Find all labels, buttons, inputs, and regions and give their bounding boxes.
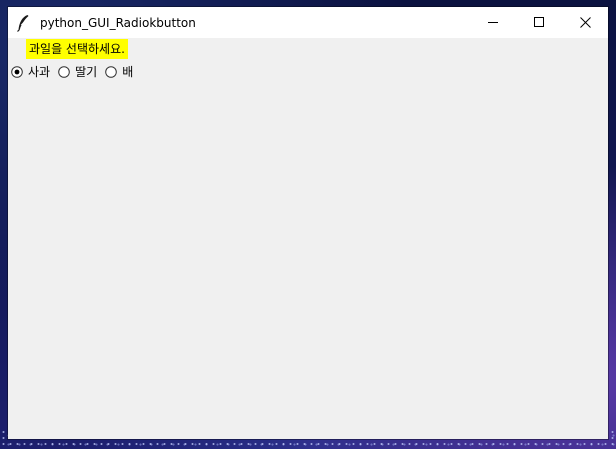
title-bar[interactable]: python_GUI_Radiokbutton [8, 7, 608, 38]
maximize-button[interactable] [516, 7, 562, 38]
close-icon [579, 17, 591, 28]
window-controls [470, 7, 608, 38]
feather-icon [17, 14, 29, 32]
close-button[interactable] [562, 7, 608, 38]
minimize-button[interactable] [470, 7, 516, 38]
minimize-icon [487, 22, 498, 23]
app-window: python_GUI_Radiokbutton 과일을 선택하세요. 사과 딸기… [8, 7, 608, 439]
radio-unselected-icon [58, 65, 70, 78]
radio-label-strawberry: 딸기 [75, 65, 98, 79]
fruit-radio-group: 사과 딸기 배 [11, 63, 141, 80]
radio-strawberry[interactable]: 딸기 [58, 63, 97, 80]
radio-label-apple: 사과 [28, 65, 51, 79]
maximize-icon [533, 17, 544, 27]
fruit-prompt-label: 과일을 선택하세요. [26, 39, 128, 59]
radio-unselected-icon [105, 65, 117, 78]
window-title: python_GUI_Radiokbutton [40, 15, 196, 30]
radio-apple[interactable]: 사과 [11, 63, 50, 80]
radio-label-pear: 배 [122, 65, 134, 79]
radio-selected-icon [11, 65, 23, 78]
window-content: 과일을 선택하세요. 사과 딸기 배 [8, 38, 608, 439]
radio-pear[interactable]: 배 [105, 63, 133, 80]
